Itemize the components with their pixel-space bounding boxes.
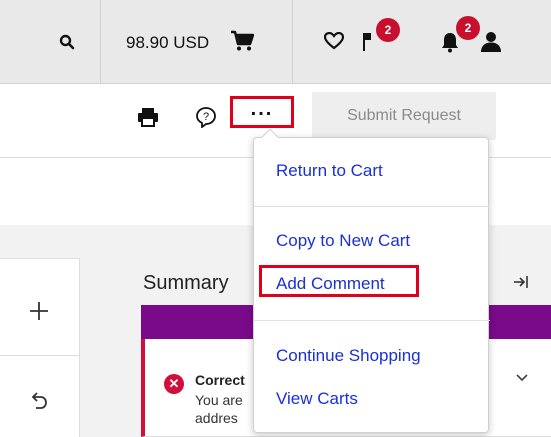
- submit-request-button[interactable]: Submit Request: [312, 92, 496, 140]
- menu-item-return-to-cart[interactable]: Return to Cart: [276, 161, 383, 181]
- undo-icon[interactable]: [26, 388, 52, 414]
- divider: [0, 355, 80, 356]
- alert-text: You are: [195, 392, 243, 408]
- alert-title: Correct: [195, 372, 245, 388]
- notification-badge: 2: [456, 16, 480, 40]
- menu-item-continue-shopping[interactable]: Continue Shopping: [276, 346, 421, 366]
- flag-icon[interactable]: [360, 28, 374, 54]
- divider: [254, 320, 490, 321]
- menu-item-copy-to-new-cart[interactable]: Copy to New Cart: [276, 231, 410, 251]
- error-icon: ✕: [164, 374, 184, 394]
- add-icon[interactable]: [26, 298, 52, 324]
- chevron-down-icon[interactable]: [515, 370, 529, 386]
- cart-icon[interactable]: [229, 28, 255, 54]
- flag-badge: 2: [376, 18, 400, 42]
- divider: [292, 0, 293, 84]
- top-bar: 98.90 USD 2 2: [0, 0, 551, 84]
- more-options-button[interactable]: ...: [233, 99, 291, 125]
- divider: [254, 206, 490, 207]
- alert-text: addres: [195, 410, 238, 426]
- menu-item-view-carts[interactable]: View Carts: [276, 389, 358, 409]
- help-icon[interactable]: ?: [193, 104, 219, 130]
- divider: [100, 0, 101, 84]
- print-icon[interactable]: [135, 104, 161, 130]
- heart-icon[interactable]: [322, 29, 346, 53]
- add-comment-highlight: [259, 265, 419, 297]
- svg-text:?: ?: [203, 111, 209, 123]
- collapse-panel-icon[interactable]: [513, 274, 529, 295]
- search-icon[interactable]: [55, 30, 79, 54]
- summary-title: Summary: [143, 272, 229, 294]
- user-icon[interactable]: [478, 28, 504, 54]
- cart-total[interactable]: 98.90 USD: [126, 33, 209, 53]
